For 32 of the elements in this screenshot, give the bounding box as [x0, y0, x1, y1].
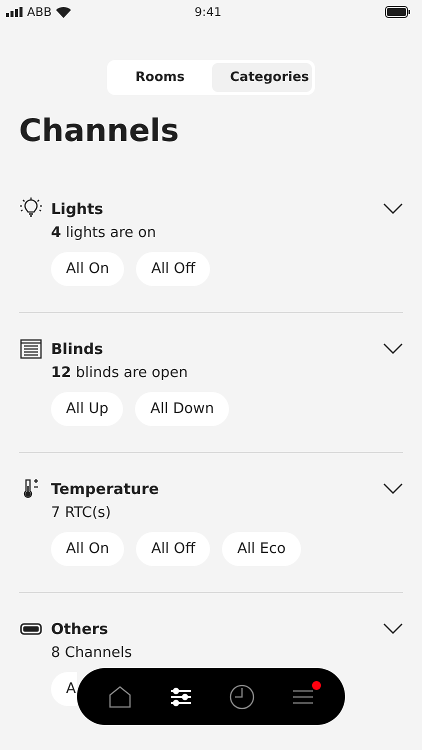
action-button[interactable]: All Off	[136, 532, 210, 566]
action-button[interactable]: All Eco	[222, 532, 301, 566]
action-button[interactable]: A	[51, 672, 77, 706]
category-title: Temperature	[51, 480, 160, 498]
house-icon	[106, 684, 132, 710]
segment-tab[interactable]: Categories	[212, 63, 312, 92]
battery-icon	[385, 6, 410, 18]
clock-icon	[228, 684, 254, 710]
category-summary: 4 lights are on	[51, 225, 158, 241]
category-title: Others	[51, 620, 110, 638]
blinds-icon	[19, 337, 43, 361]
clock-time: 9:41	[194, 5, 222, 19]
carrier-name: ABB	[27, 5, 52, 19]
action-button[interactable]: All Off	[136, 252, 210, 286]
action-button[interactable]: All Up	[51, 392, 124, 426]
chevron-icon[interactable]	[383, 483, 403, 495]
action-button[interactable]: All On	[51, 532, 124, 566]
category-summary: 8 Channels	[51, 645, 133, 661]
chevron-icon[interactable]	[383, 623, 403, 635]
page-title: Channels	[19, 113, 180, 149]
action-button[interactable]: All Down	[135, 392, 230, 426]
action-button[interactable]: All On	[51, 252, 124, 286]
category-summary: 12 blinds are open	[51, 365, 189, 381]
chevron-icon[interactable]	[383, 343, 403, 355]
category-summary: 7 RTC(s)	[51, 505, 112, 521]
chevron-icon[interactable]	[383, 203, 403, 215]
signal-icon	[6, 7, 23, 17]
segment-tab[interactable]: Rooms	[110, 63, 210, 92]
category-title: Lights	[51, 200, 104, 218]
category-title: Blinds	[51, 340, 104, 358]
wifi-icon	[56, 6, 71, 18]
clock-button[interactable]	[228, 682, 256, 710]
